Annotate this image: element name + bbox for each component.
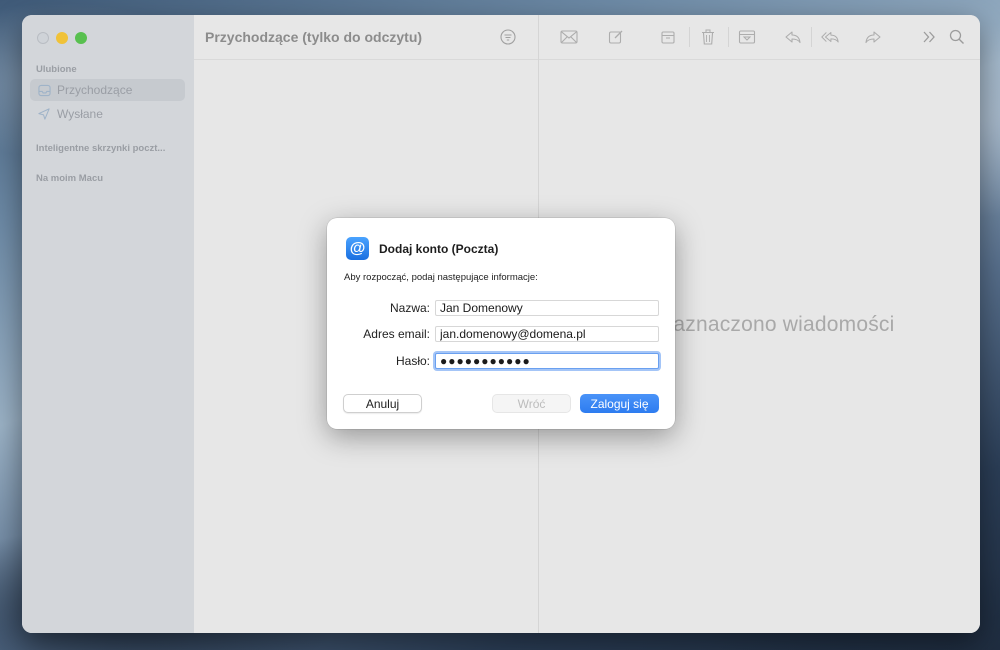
archive-icon[interactable] bbox=[658, 27, 678, 47]
dialog-title: Dodaj konto (Poczta) bbox=[379, 242, 499, 256]
minimize-window-button[interactable] bbox=[56, 32, 68, 44]
inbox-icon bbox=[37, 83, 51, 97]
cancel-button[interactable]: Anuluj bbox=[343, 394, 422, 413]
reply-icon[interactable] bbox=[783, 27, 803, 47]
close-window-button[interactable] bbox=[37, 32, 49, 44]
sidebar-item-label: Przychodzące bbox=[57, 83, 133, 97]
message-list-header: Przychodzące (tylko do odczytu) bbox=[194, 15, 538, 60]
back-button[interactable]: Wróć bbox=[492, 394, 571, 413]
email-field[interactable] bbox=[435, 326, 659, 342]
toolbar-divider bbox=[811, 27, 812, 47]
mail-account-at-icon: @ bbox=[346, 237, 369, 260]
password-label: Hasło: bbox=[395, 354, 430, 368]
compose-icon[interactable] bbox=[606, 27, 626, 47]
window-controls bbox=[37, 32, 87, 44]
more-icon[interactable] bbox=[919, 27, 939, 47]
junk-icon[interactable] bbox=[737, 27, 757, 47]
password-row: Hasło: bbox=[344, 352, 659, 370]
mailbox-title: Przychodzące (tylko do odczytu) bbox=[205, 29, 423, 45]
sidebar-item-label: Wysłane bbox=[57, 107, 103, 121]
sidebar: Ulubione Przychodzące Wysłane Inteligent… bbox=[22, 15, 194, 633]
sidebar-item-sent[interactable]: Wysłane bbox=[30, 103, 185, 125]
paperplane-icon bbox=[37, 107, 51, 121]
add-account-dialog: @ Dodaj konto (Poczta) Aby rozpocząć, po… bbox=[327, 218, 675, 429]
zoom-window-button[interactable] bbox=[75, 32, 87, 44]
reply-all-icon[interactable] bbox=[820, 27, 840, 47]
dialog-subtitle: Aby rozpocząć, podaj następujące informa… bbox=[344, 272, 538, 283]
password-field[interactable] bbox=[435, 353, 659, 369]
email-row: Adres email: bbox=[344, 325, 659, 343]
toolbar-divider bbox=[689, 27, 690, 47]
name-row: Nazwa: bbox=[344, 299, 659, 317]
envelope-icon[interactable] bbox=[559, 27, 579, 47]
email-label: Adres email: bbox=[363, 327, 430, 341]
forward-icon[interactable] bbox=[863, 27, 883, 47]
name-field[interactable] bbox=[435, 300, 659, 316]
search-icon[interactable] bbox=[947, 27, 967, 47]
toolbar bbox=[539, 15, 980, 60]
toolbar-divider bbox=[728, 27, 729, 47]
filter-icon[interactable] bbox=[500, 29, 516, 50]
sidebar-item-inbox[interactable]: Przychodzące bbox=[30, 79, 185, 101]
name-label: Nazwa: bbox=[389, 301, 430, 315]
login-button[interactable]: Zaloguj się bbox=[580, 394, 659, 413]
sidebar-section-smart-mailboxes[interactable]: Inteligentne skrzynki poczt... bbox=[36, 143, 165, 154]
sidebar-section-favorites: Ulubione bbox=[36, 64, 77, 75]
sidebar-section-on-my-mac[interactable]: Na moim Macu bbox=[36, 173, 103, 184]
trash-icon[interactable] bbox=[698, 27, 718, 47]
